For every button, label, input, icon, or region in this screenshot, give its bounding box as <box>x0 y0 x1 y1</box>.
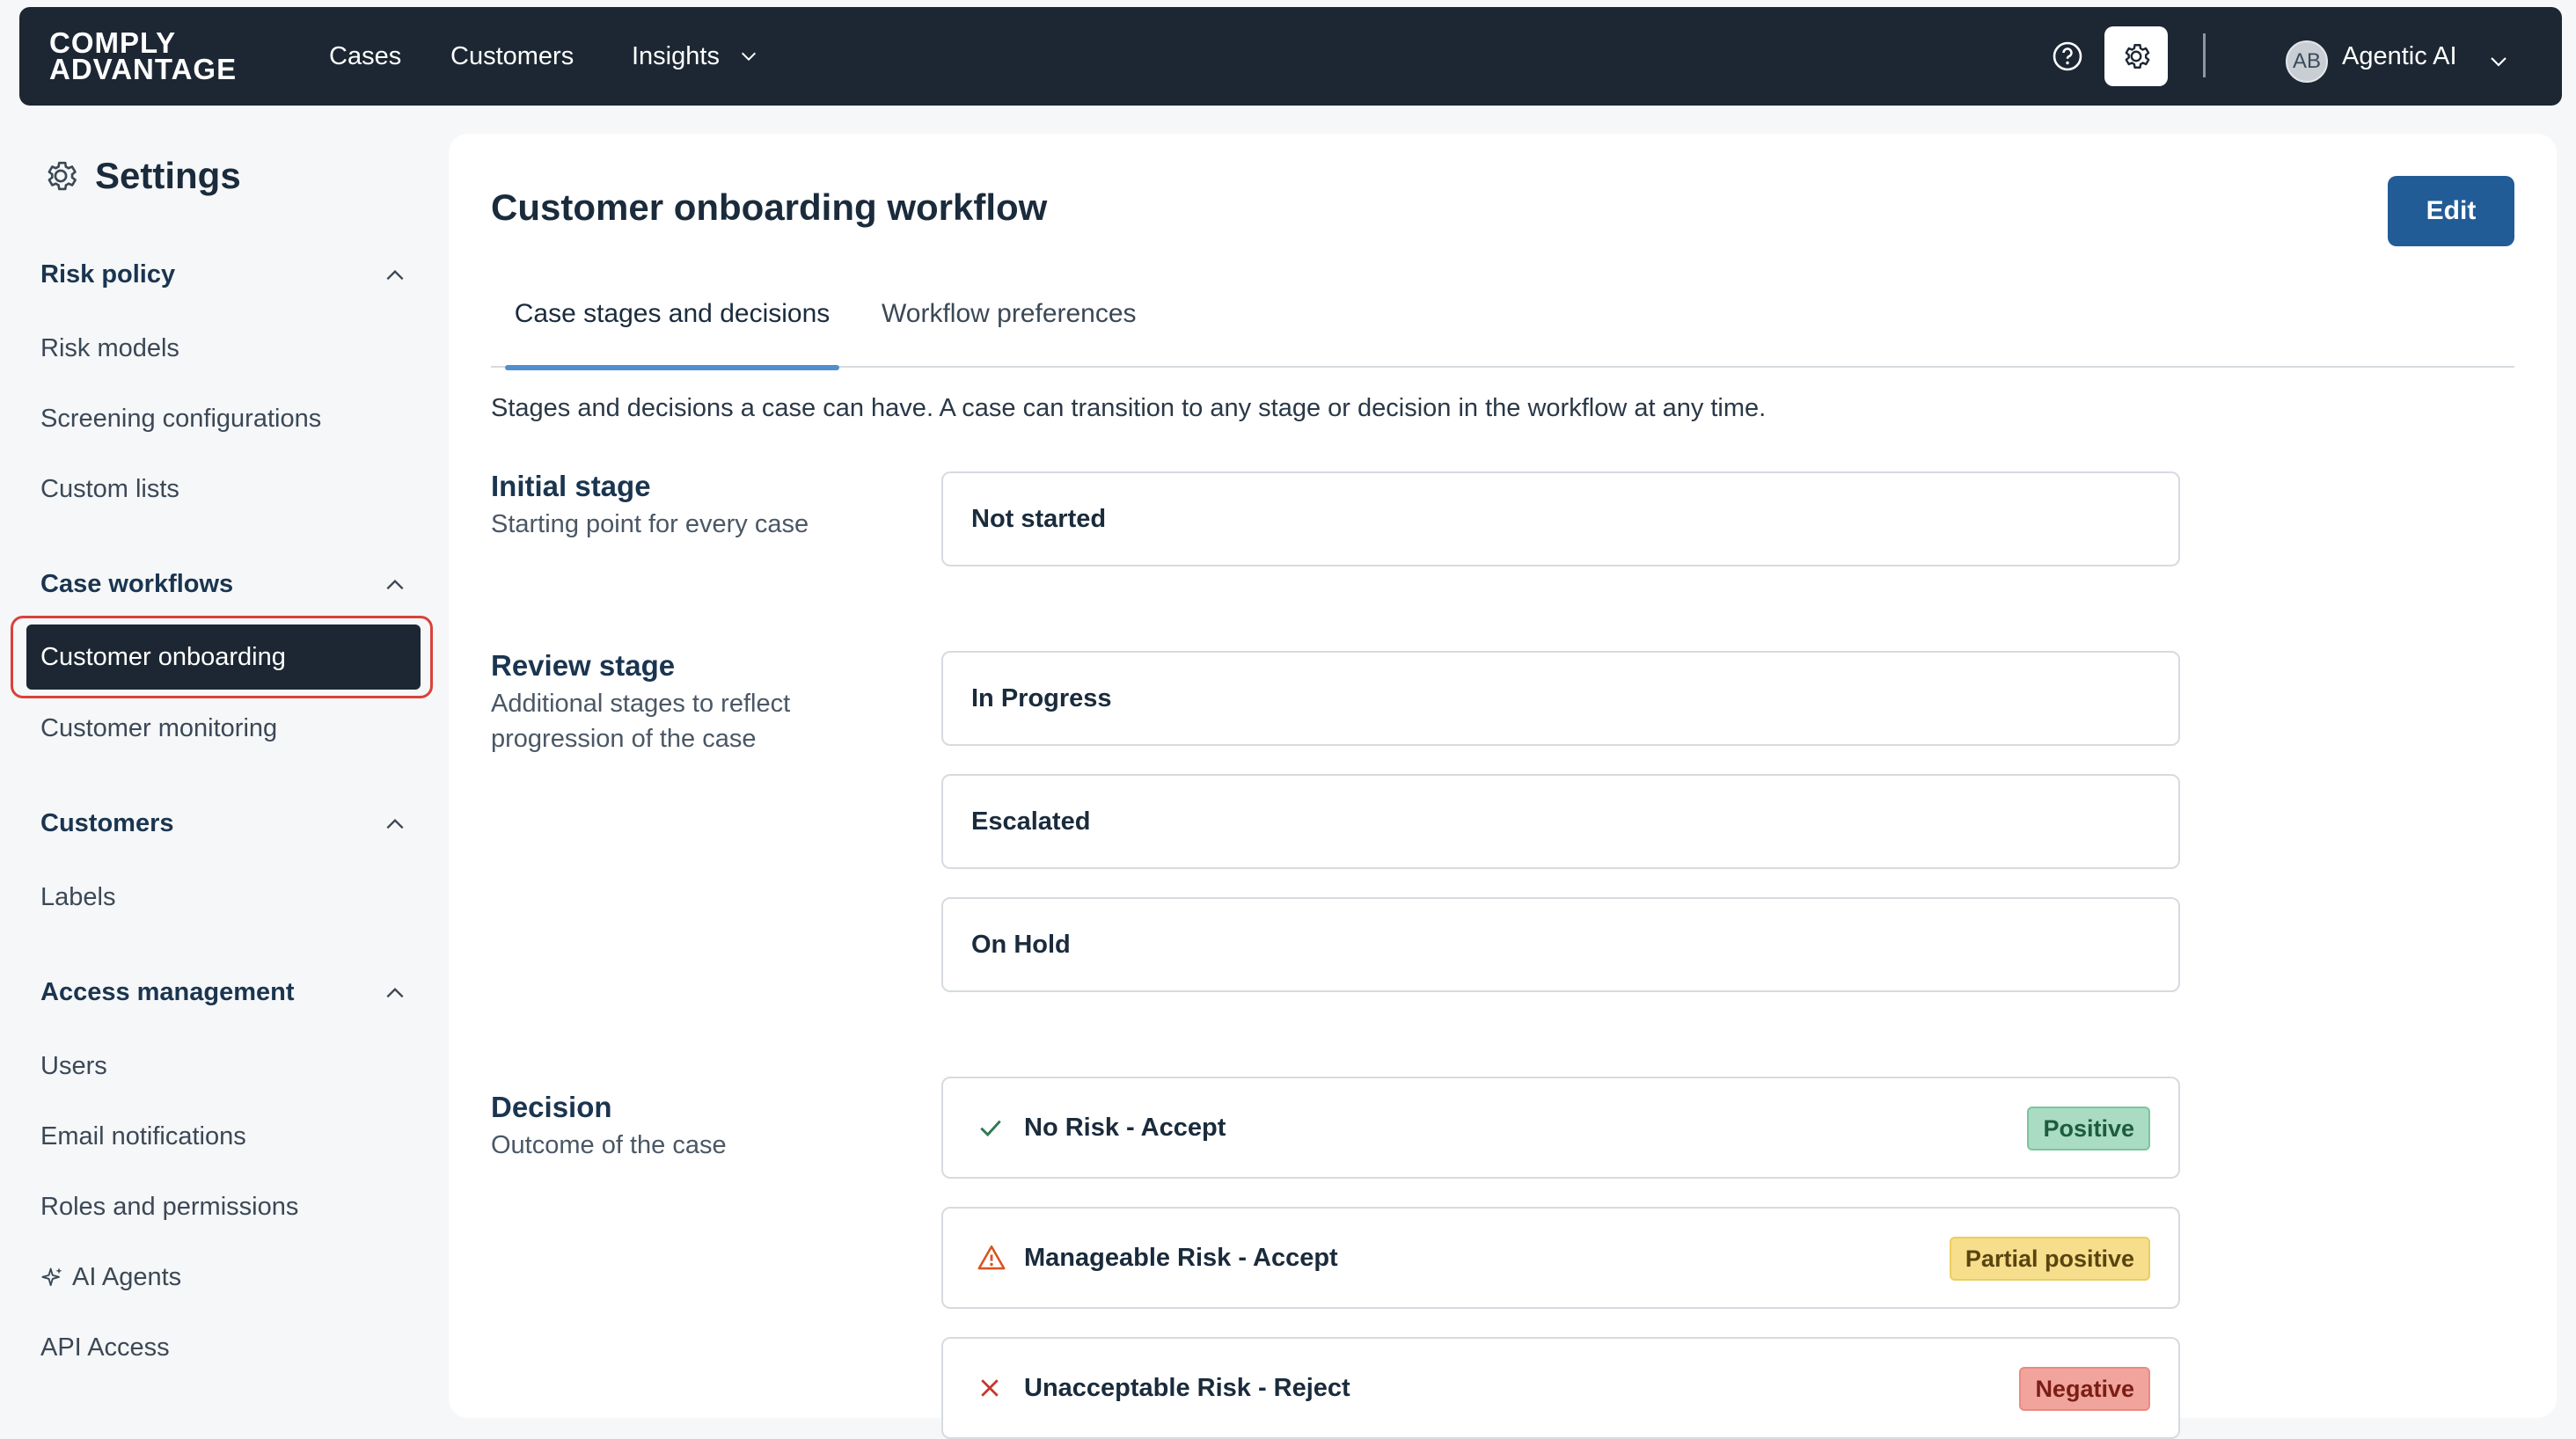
sidebar-item-email-notifications[interactable]: Email notifications <box>40 1122 246 1151</box>
warning-icon <box>977 1243 1006 1273</box>
edit-button[interactable]: Edit <box>2388 176 2514 246</box>
section-case-workflows[interactable]: Case workflows <box>40 570 406 599</box>
tab-workflow-preferences[interactable]: Workflow preferences <box>882 297 1137 368</box>
gear-icon <box>2125 44 2150 69</box>
sidebar-item-ai-agents[interactable]: AI Agents <box>40 1263 181 1292</box>
nav-insights-label: Insights <box>632 41 720 70</box>
nav-insights[interactable]: Insights <box>632 7 758 106</box>
initial-stage-description: Starting point for every case <box>491 510 809 538</box>
initial-stage-title: Initial stage <box>491 470 651 502</box>
close-icon <box>977 1373 1006 1403</box>
sidebar-item-customer-onboarding[interactable]: Customer onboarding <box>26 625 421 690</box>
intro-text: Stages and decisions a case can have. A … <box>491 394 1767 422</box>
tab-case-stages-and-decisions[interactable]: Case stages and decisions <box>505 297 839 370</box>
stage-escalated: Escalated <box>941 774 2180 869</box>
chevron-up-icon <box>386 579 404 589</box>
sidebar-item-risk-models[interactable]: Risk models <box>40 334 179 363</box>
stage-not-started: Not started <box>941 471 2180 566</box>
decision-label: No Risk - Accept <box>1024 1113 1226 1142</box>
sidebar-item-screening-configurations[interactable]: Screening configurations <box>40 405 321 434</box>
section-risk-policy[interactable]: Risk policy <box>40 260 406 289</box>
sidebar-item-custom-lists[interactable]: Custom lists <box>40 475 179 504</box>
chevron-down-icon[interactable] <box>2488 51 2509 72</box>
user-name[interactable]: Agentic AI <box>2342 7 2457 106</box>
logo-line-2: ADVANTAGE <box>49 53 238 85</box>
sidebar-item-users[interactable]: Users <box>40 1052 107 1081</box>
comply-advantage-logo[interactable]: COMPLY ADVANTAGE <box>49 28 238 85</box>
sparkle-icon <box>41 1267 62 1286</box>
section-label: Customers <box>40 809 174 837</box>
settings-title: Settings <box>95 155 241 196</box>
review-stage-description: Additional stages to reflect progression… <box>491 690 791 753</box>
decision-unacceptable-risk-reject: Unacceptable Risk - Reject Negative <box>941 1337 2180 1439</box>
decision-manageable-risk-accept: Manageable Risk - Accept Partial positiv… <box>941 1207 2180 1309</box>
topbar-divider <box>2203 33 2206 77</box>
top-navigation-bar: COMPLY ADVANTAGE Cases Customers Insight… <box>19 7 2562 106</box>
gear-icon <box>48 161 77 191</box>
section-label: Risk policy <box>40 260 176 289</box>
avatar[interactable]: AB <box>2286 40 2328 83</box>
stage-on-hold: On Hold <box>941 897 2180 992</box>
status-badge: Positive <box>2027 1107 2150 1150</box>
settings-gear-button[interactable] <box>2104 26 2168 86</box>
help-icon[interactable] <box>2048 37 2087 76</box>
sidebar-item-label: AI Agents <box>72 1263 182 1291</box>
chevron-up-icon <box>386 269 404 280</box>
stage-in-progress: In Progress <box>941 651 2180 746</box>
chevron-up-icon <box>386 987 404 997</box>
chevron-down-icon <box>741 52 756 62</box>
review-stage-title: Review stage <box>491 649 676 682</box>
section-label: Access management <box>40 978 295 1006</box>
status-badge: Partial positive <box>1949 1237 2150 1281</box>
sidebar-item-roles-and-permissions[interactable]: Roles and permissions <box>40 1193 298 1222</box>
check-icon <box>977 1113 1006 1143</box>
page-title: Customer onboarding workflow <box>491 186 1048 228</box>
workflow-card: Customer onboarding workflow Edit Case s… <box>449 134 2557 1439</box>
nav-cases[interactable]: Cases <box>329 7 401 106</box>
status-badge: Negative <box>2019 1367 2150 1411</box>
settings-heading: Settings <box>42 155 241 197</box>
settings-sidebar: Settings Risk policy Risk models Screeni… <box>0 106 449 1402</box>
decision-title: Decision <box>491 1091 612 1123</box>
sidebar-item-labels[interactable]: Labels <box>40 883 115 912</box>
section-access-management[interactable]: Access management <box>40 978 406 1007</box>
chevron-up-icon <box>386 818 404 829</box>
section-customers[interactable]: Customers <box>40 809 406 838</box>
decision-description: Outcome of the case <box>491 1131 727 1159</box>
decision-no-risk-accept: No Risk - Accept Positive <box>941 1077 2180 1179</box>
sidebar-item-customer-monitoring[interactable]: Customer monitoring <box>40 714 277 743</box>
sidebar-item-api-access[interactable]: API Access <box>40 1333 170 1362</box>
decision-label: Unacceptable Risk - Reject <box>1024 1373 1350 1402</box>
tab-bar: Case stages and decisions Workflow prefe… <box>491 297 2514 370</box>
nav-customers[interactable]: Customers <box>450 7 574 106</box>
section-label: Case workflows <box>40 570 234 598</box>
decision-label: Manageable Risk - Accept <box>1024 1243 1338 1272</box>
